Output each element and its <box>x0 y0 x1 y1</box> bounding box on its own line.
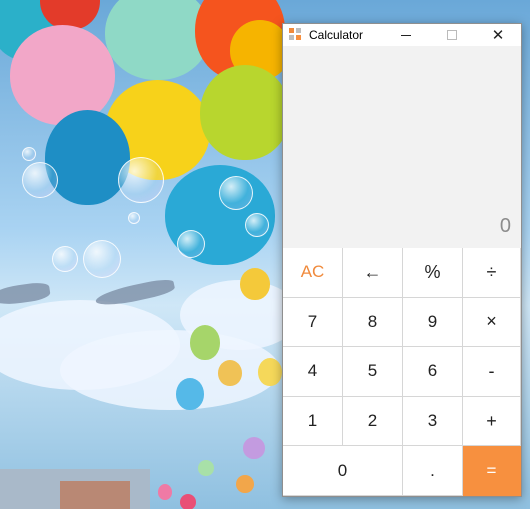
digit-0-button[interactable]: 0 <box>283 446 403 496</box>
wallpaper-balloon <box>240 268 270 300</box>
close-icon: ✕ <box>491 27 505 44</box>
digit-3-button[interactable]: 3 <box>403 396 463 447</box>
digit-9-button[interactable]: 9 <box>403 297 463 348</box>
digit-5-button[interactable]: 5 <box>343 347 403 397</box>
wallpaper-balloon <box>10 25 115 125</box>
maximize-icon <box>447 30 457 40</box>
digit-1-button[interactable]: 1 <box>283 396 343 447</box>
percent-button[interactable]: % <box>403 248 463 298</box>
subtract-button[interactable]: - <box>463 347 521 397</box>
decimal-button[interactable]: . <box>403 446 463 496</box>
digit-6-button[interactable]: 6 <box>403 347 463 397</box>
wallpaper-bubble <box>83 240 121 278</box>
wallpaper-balloon <box>190 325 220 360</box>
backspace-button[interactable]: ← <box>343 248 403 298</box>
wallpaper-bubble <box>245 213 269 237</box>
calculator-window: Calculator ✕ 0 AC ← % ÷ 7 8 9 × 4 5 6 - … <box>282 23 522 497</box>
equals-button[interactable]: = <box>463 446 521 496</box>
close-button[interactable]: ✕ <box>475 24 521 46</box>
minimize-icon <box>401 34 411 36</box>
wallpaper-balloon <box>200 65 290 160</box>
maximize-button[interactable] <box>429 24 475 46</box>
wallpaper-balloon <box>45 110 130 205</box>
wallpaper-balloon <box>105 0 210 80</box>
wallpaper-balloon <box>180 494 196 509</box>
wallpaper-city <box>60 481 130 509</box>
display-value: 0 <box>499 215 511 237</box>
wallpaper-balloon <box>198 460 214 476</box>
window-title: Calculator <box>309 28 364 42</box>
wallpaper-bubble <box>177 230 205 258</box>
multiply-button[interactable]: × <box>463 297 521 348</box>
wallpaper-fish <box>94 276 176 310</box>
wallpaper-balloon <box>243 437 265 459</box>
calculator-display: 0 <box>283 46 521 248</box>
wallpaper-balloon <box>176 378 204 410</box>
digit-7-button[interactable]: 7 <box>283 297 343 348</box>
wallpaper-balloon <box>218 360 242 386</box>
wallpaper-bubble <box>128 212 140 224</box>
keypad: AC ← % ÷ 7 8 9 × 4 5 6 - 1 2 3 + 0 . = <box>283 248 521 496</box>
wallpaper-balloon <box>258 358 282 386</box>
minimize-button[interactable] <box>383 24 429 46</box>
ac-button[interactable]: AC <box>283 248 343 298</box>
wallpaper-bubble <box>22 147 36 161</box>
digit-8-button[interactable]: 8 <box>343 297 403 348</box>
add-button[interactable]: + <box>463 396 521 447</box>
divide-button[interactable]: ÷ <box>463 248 521 298</box>
wallpaper-bubble <box>22 162 58 198</box>
wallpaper-balloon <box>158 484 172 500</box>
wallpaper-bubble <box>118 157 164 203</box>
calculator-app-icon <box>289 28 303 42</box>
wallpaper-balloon <box>236 475 254 493</box>
title-bar[interactable]: Calculator ✕ <box>283 24 521 46</box>
wallpaper-bubble <box>219 176 253 210</box>
wallpaper-bubble <box>52 246 78 272</box>
digit-4-button[interactable]: 4 <box>283 347 343 397</box>
digit-2-button[interactable]: 2 <box>343 396 403 447</box>
